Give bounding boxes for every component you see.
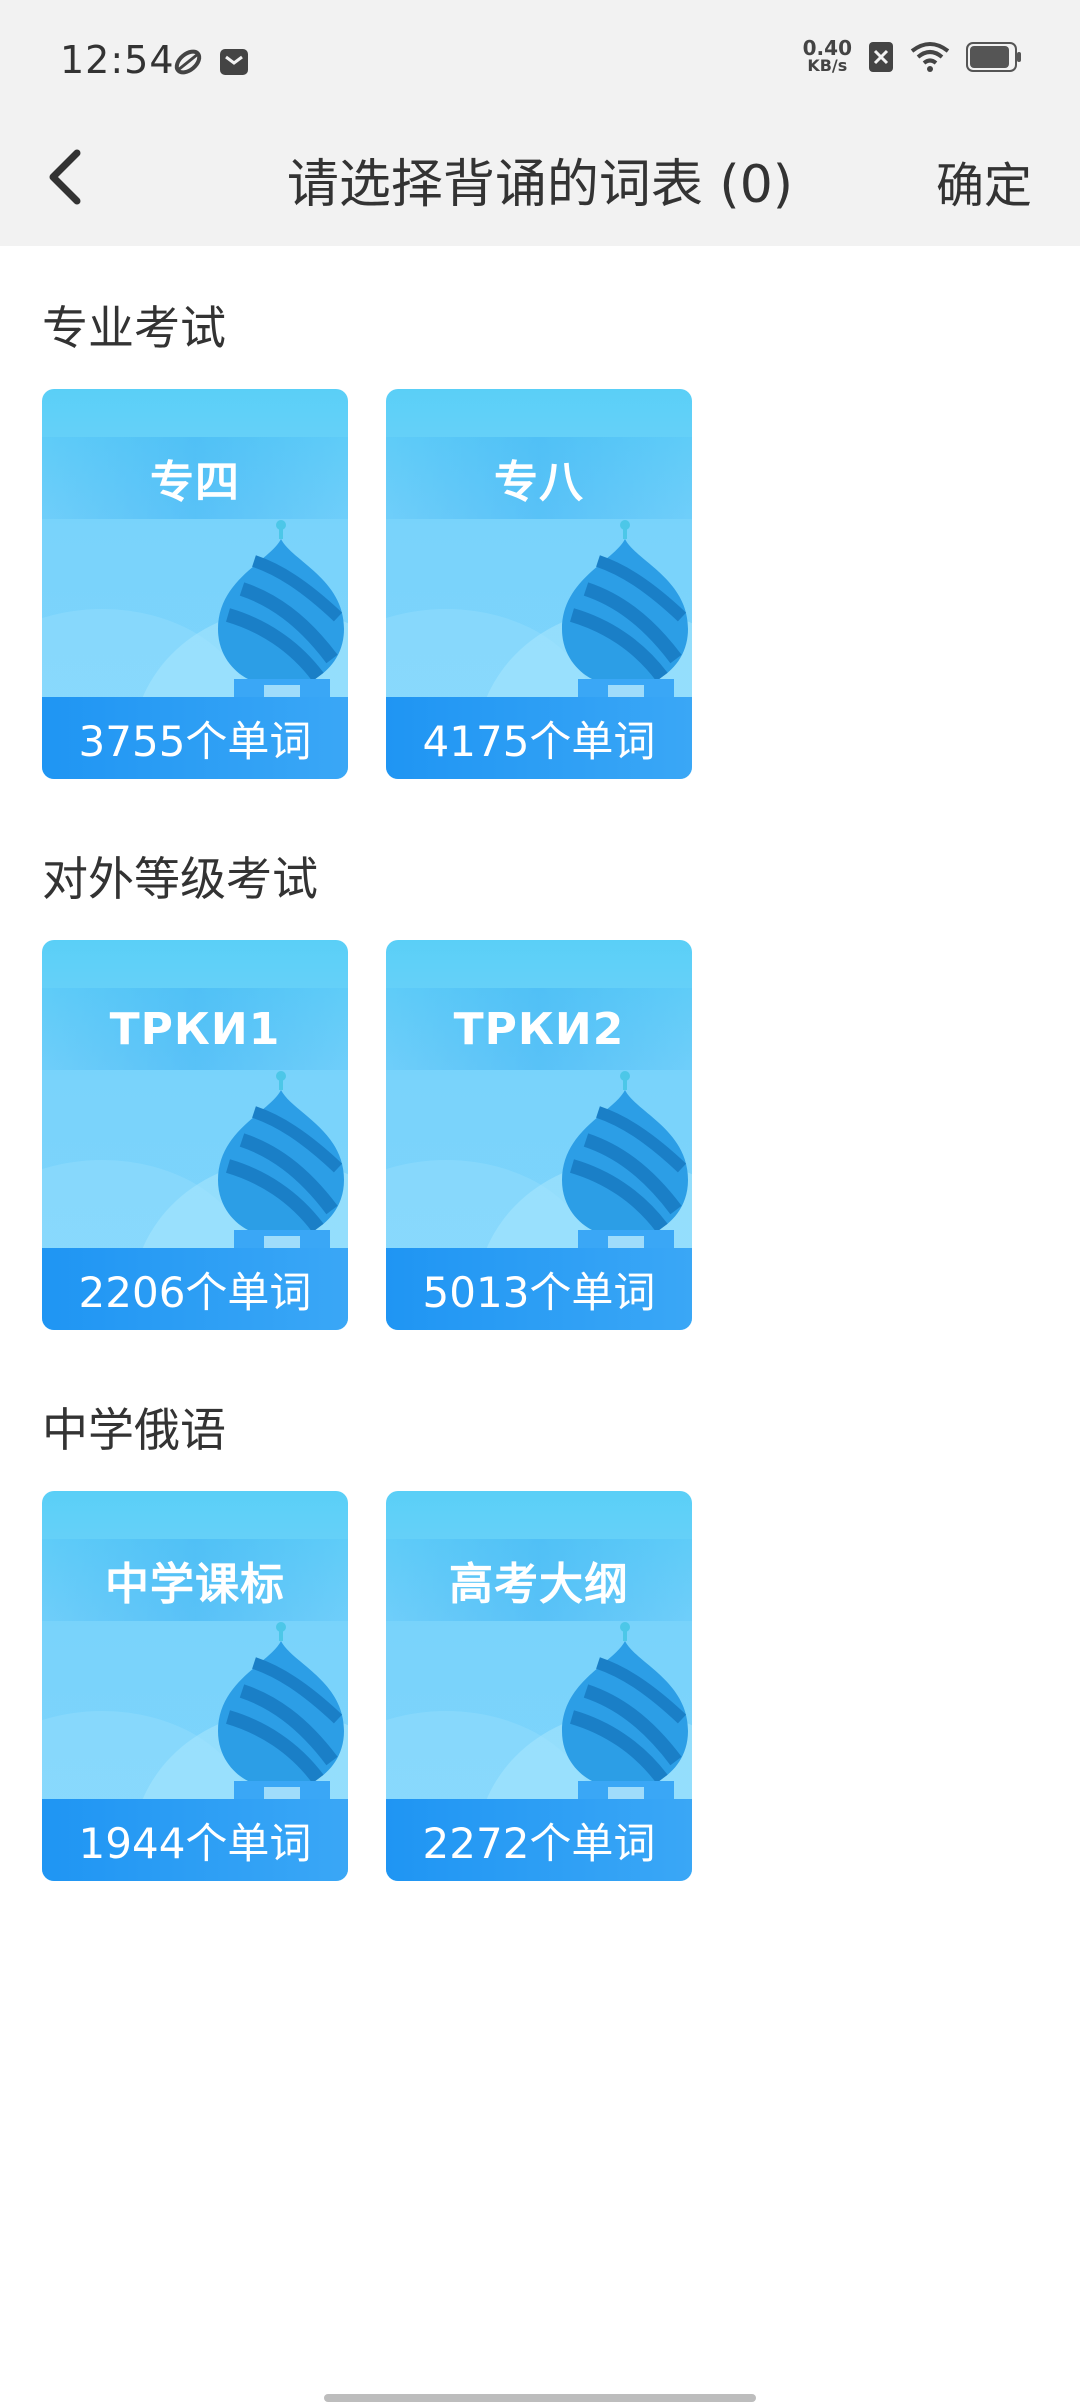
card-title-band: 专四 xyxy=(42,437,348,519)
battery-icon xyxy=(966,42,1021,72)
card-title: 专八 xyxy=(494,457,584,508)
network-speed-unit: KB/s xyxy=(807,56,848,75)
wordlist-card[interactable]: 专八 4175个单词 xyxy=(386,389,692,779)
word-count: 3755个单词 xyxy=(78,716,312,766)
back-button[interactable] xyxy=(38,140,92,214)
wordlist-card[interactable]: 专四 3755个单词 xyxy=(42,389,348,779)
card-footer: 4175个单词 xyxy=(386,697,692,779)
chevron-left-icon xyxy=(49,149,81,205)
card-title: 中学课标 xyxy=(105,1559,285,1610)
network-speed-value: 0.40 xyxy=(802,36,852,60)
card-title-band: 中学课标 xyxy=(42,1539,348,1621)
wifi-icon xyxy=(910,42,950,72)
wordlist-card[interactable]: ТРКИ1 2206个单词 xyxy=(42,940,348,1330)
screen: 12:54 0.40 KB/s 请选择背诵的词表 (0) 确定 专业考试 专四 … xyxy=(0,0,1080,2408)
home-indicator[interactable] xyxy=(324,2394,756,2402)
network-speed: 0.40 KB/s xyxy=(802,36,852,75)
card-title-band: ТРКИ2 xyxy=(386,988,692,1070)
word-count: 2206个单词 xyxy=(78,1267,312,1317)
word-count: 4175个单词 xyxy=(422,716,656,766)
wordlist-card[interactable]: 高考大纲 2272个单词 xyxy=(386,1491,692,1881)
status-notification-icons xyxy=(172,46,250,78)
page-title: 请选择背诵的词表 (0) xyxy=(286,155,794,215)
wordlist-card[interactable]: 中学课标 1944个单词 xyxy=(42,1491,348,1881)
message-icon xyxy=(220,49,248,75)
word-count: 5013个单词 xyxy=(422,1267,656,1317)
card-footer: 2272个单词 xyxy=(386,1799,692,1881)
card-title: ТРКИ1 xyxy=(109,1003,281,1055)
card-title-band: ТРКИ1 xyxy=(42,988,348,1070)
status-time: 12:54 xyxy=(60,38,175,82)
header: 12:54 0.40 KB/s 请选择背诵的词表 (0) 确定 xyxy=(0,0,1080,246)
word-count: 2272个单词 xyxy=(422,1818,656,1868)
card-title-band: 高考大纲 xyxy=(386,1539,692,1621)
section-title: 中学俄语 xyxy=(42,1403,226,1457)
card-title: 高考大纲 xyxy=(449,1559,629,1610)
sync-icon xyxy=(174,49,202,75)
card-footer: 2206个单词 xyxy=(42,1248,348,1330)
card-footer: 1944个单词 xyxy=(42,1799,348,1881)
no-sim-icon xyxy=(869,42,893,72)
section-title: 专业考试 xyxy=(42,301,226,355)
card-title-band: 专八 xyxy=(386,437,692,519)
word-count: 1944个单词 xyxy=(78,1818,312,1868)
wordlist-card[interactable]: ТРКИ2 5013个单词 xyxy=(386,940,692,1330)
card-footer: 5013个单词 xyxy=(386,1248,692,1330)
card-title: ТРКИ2 xyxy=(453,1003,625,1055)
status-right-icons: 0.40 KB/s xyxy=(802,36,1022,75)
card-title: 专四 xyxy=(150,457,240,508)
card-footer: 3755个单词 xyxy=(42,697,348,779)
section-title: 对外等级考试 xyxy=(42,852,318,906)
confirm-button[interactable]: 确定 xyxy=(936,146,1032,216)
